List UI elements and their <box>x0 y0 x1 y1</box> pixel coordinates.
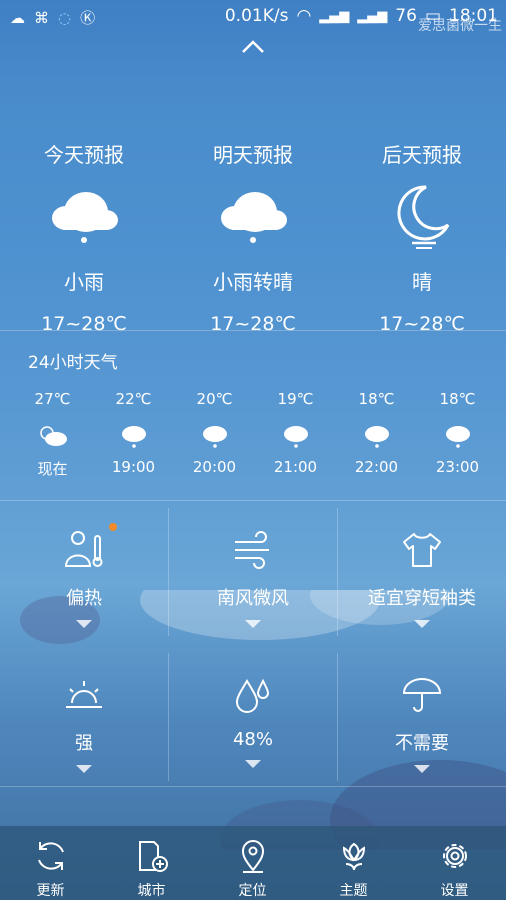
index-label: 强 <box>75 733 93 754</box>
hourly-temp: 18℃ <box>439 390 476 408</box>
expand-arrow-icon[interactable] <box>76 620 92 628</box>
forecast-tomorrow[interactable]: 明天预报 小雨转晴 17~28℃ <box>169 125 337 335</box>
index-umbrella[interactable]: 不需要 <box>338 653 506 781</box>
hourly-temp: 27℃ <box>34 390 71 408</box>
index-clothing[interactable]: 适宜穿短袖类 <box>338 508 506 636</box>
circle-status-icon: ◌ <box>58 8 72 27</box>
index-label: 适宜穿短袖类 <box>368 588 476 609</box>
nav-location[interactable]: 定位 <box>202 826 303 900</box>
hourly-time: 21:00 <box>273 458 318 476</box>
rain-cloud-icon <box>93 418 174 454</box>
hourly-time: 19:00 <box>111 458 156 476</box>
theme-flower-icon <box>303 834 404 878</box>
hourly-time: 23:00 <box>435 458 480 476</box>
rain-cloud-icon <box>174 418 255 454</box>
expand-arrow-icon[interactable] <box>414 620 430 628</box>
notification-dot <box>109 523 117 531</box>
wifi-icon: ◠ <box>296 6 312 26</box>
nav-label: 城市 <box>137 883 166 899</box>
app-grid-icon: ⌘ <box>34 8 49 27</box>
hourly-temp: 22℃ <box>115 390 152 408</box>
index-uv[interactable]: 强 <box>0 653 168 781</box>
index-wind[interactable]: 南风微风 <box>169 508 337 636</box>
index-label: 48% <box>232 729 273 750</box>
hourly-item: 20℃ 20:00 <box>174 390 255 476</box>
tshirt-icon <box>338 522 506 578</box>
hourly-item: 18℃ 22:00 <box>336 390 417 476</box>
watermark: 爱思菌微一生 <box>418 18 502 34</box>
forecast-title: 后天预报 <box>382 143 462 167</box>
body-temperature-icon <box>0 522 168 578</box>
hourly-time: 20:00 <box>192 458 237 476</box>
divider <box>168 653 169 781</box>
divider <box>337 653 338 781</box>
rain-cloud-icon <box>336 418 417 454</box>
rain-cloud-icon <box>417 418 498 454</box>
signal-4g-icon: ▂▄▆ <box>357 8 388 24</box>
expand-arrow-icon[interactable] <box>245 620 261 628</box>
divider <box>168 508 169 636</box>
hourly-weather: 24小时天气 27℃ 现在 22℃ 19:00 20℃ 20:00 19℃ 21… <box>0 330 506 501</box>
nav-label: 更新 <box>36 883 65 899</box>
divider <box>337 508 338 636</box>
nav-theme[interactable]: 主题 <box>303 826 404 900</box>
hourly-item: 19℃ 21:00 <box>255 390 336 476</box>
index-label: 不需要 <box>395 733 449 754</box>
status-icons-left: ☁ ⌘ ◌ Ⓚ <box>10 7 95 28</box>
settings-gear-icon <box>404 834 505 878</box>
humidity-icon <box>169 667 337 723</box>
nav-label: 定位 <box>238 883 267 899</box>
hourly-time: 现在 <box>37 460 68 478</box>
index-body-feel[interactable]: 偏热 <box>0 508 168 636</box>
battery-level: 76 <box>395 6 417 26</box>
k-status-icon: Ⓚ <box>80 9 96 27</box>
network-speed: 0.01K/s <box>224 6 289 26</box>
forecast-condition: 晴 <box>412 270 432 294</box>
forecast-condition: 小雨 <box>64 270 104 294</box>
index-label: 偏热 <box>66 588 102 609</box>
nav-label: 设置 <box>440 883 469 899</box>
wind-icon <box>169 522 337 578</box>
bottom-nav: 更新 城市 定位 主题 设置 <box>0 826 506 900</box>
divider <box>0 786 506 787</box>
hourly-temp: 20℃ <box>196 390 233 408</box>
expand-arrow-icon[interactable] <box>76 765 92 773</box>
umbrella-icon <box>338 667 506 723</box>
light-rain-icon <box>0 176 168 256</box>
hourly-title: 24小时天气 <box>28 353 118 373</box>
chevron-up-icon[interactable] <box>241 38 265 56</box>
expand-arrow-icon[interactable] <box>245 760 261 768</box>
hourly-time: 22:00 <box>354 458 399 476</box>
hourly-temp: 19℃ <box>277 390 314 408</box>
index-humidity[interactable]: 48% <box>169 653 337 781</box>
add-city-icon <box>101 834 202 878</box>
moon-icon <box>338 176 506 256</box>
partly-cloudy-icon <box>12 418 93 454</box>
hourly-item: 18℃ 23:00 <box>417 390 498 476</box>
nav-label: 主题 <box>339 883 368 899</box>
signal-icon: ▂▄▆ <box>319 8 350 24</box>
forecast-day-after[interactable]: 后天预报 晴 17~28℃ <box>338 125 506 335</box>
expand-arrow-icon[interactable] <box>414 765 430 773</box>
nav-refresh[interactable]: 更新 <box>0 826 101 900</box>
forecast-title: 今天预报 <box>44 143 124 167</box>
refresh-icon <box>0 834 101 878</box>
location-icon <box>202 834 303 878</box>
status-bar: ☁ ⌘ ◌ Ⓚ 0.01K/s ◠ ▂▄▆ ▂▄▆ 76 ▭ 18:01 爱思菌… <box>0 0 506 34</box>
cloud-status-icon: ☁ <box>10 8 25 27</box>
forecast-condition: 小雨转晴 <box>213 270 293 294</box>
hourly-item: 22℃ 19:00 <box>93 390 174 476</box>
hourly-item: 27℃ 现在 <box>12 390 93 479</box>
light-rain-icon <box>169 176 337 256</box>
hourly-temp: 18℃ <box>358 390 395 408</box>
sun-uv-icon <box>0 667 168 723</box>
nav-city[interactable]: 城市 <box>101 826 202 900</box>
nav-settings[interactable]: 设置 <box>404 826 505 900</box>
three-day-forecast: 今天预报 小雨 17~28℃ 明天预报 小雨转晴 17~28℃ 后天预报 晴 1… <box>0 125 506 335</box>
forecast-today[interactable]: 今天预报 小雨 17~28℃ <box>0 125 168 335</box>
rain-cloud-icon <box>255 418 336 454</box>
index-label: 南风微风 <box>217 588 289 609</box>
forecast-title: 明天预报 <box>213 143 293 167</box>
